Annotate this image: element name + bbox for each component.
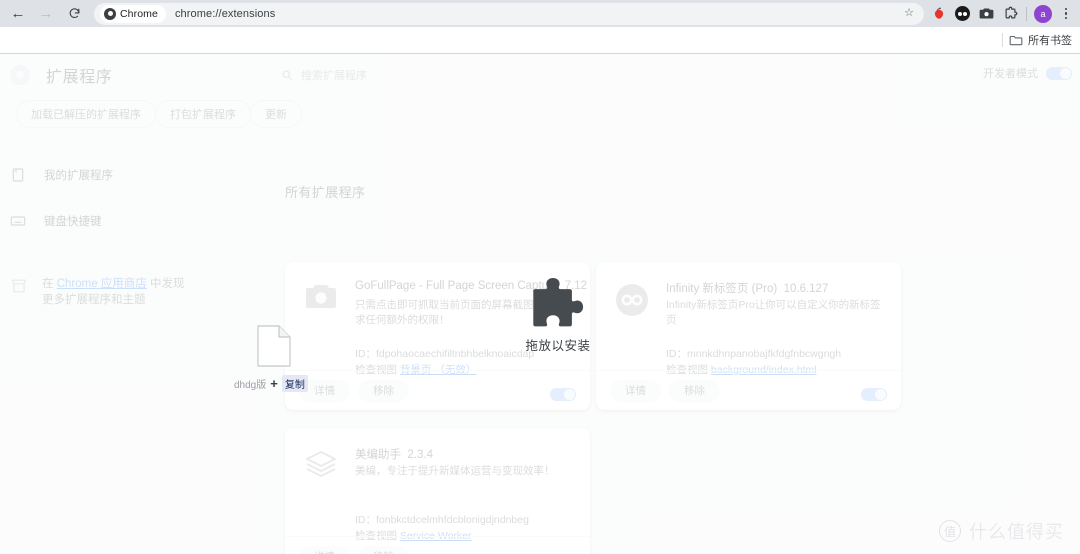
search-field[interactable]: 搜索扩展程序 <box>281 63 801 87</box>
extension-card[interactable]: GoFullPage - Full Page Screen Capture 7.… <box>285 262 590 410</box>
extension-name: GoFullPage - Full Page Screen Capture 7.… <box>355 280 587 292</box>
details-button[interactable]: 详情 <box>610 379 661 402</box>
panda-icon[interactable] <box>954 5 971 22</box>
sidebar: 我的扩展程序 键盘快捷键 在 Chrome 应用商店 中发现 更多扩展程序和主题 <box>0 146 260 546</box>
sidebar-item-my-extensions[interactable]: 我的扩展程序 <box>10 162 113 188</box>
watermark-badge: 值 <box>939 520 961 542</box>
dev-toolbar: 加载已解压的扩展程序 打包扩展程序 更新 <box>0 100 1080 134</box>
browser-toolbar: ← → Chrome chrome://extensions ☆ a <box>0 0 1080 27</box>
kebab-menu-icon[interactable] <box>1059 7 1073 20</box>
extension-version: 2.3.4 <box>407 449 433 461</box>
extension-page-icon <box>12 168 24 182</box>
extension-enabled-toggle[interactable] <box>861 388 887 401</box>
extension-id: ID：mnnkdhnpanobajfkfdgfnbcwgngh <box>666 346 841 361</box>
extension-card-footer: 详情 移除 <box>596 370 901 410</box>
extension-id: ID：fdpohaocaechifiltnbhbelknoaicdap <box>355 346 534 361</box>
store-suffix: 中发现 <box>146 278 185 290</box>
store-line2: 更多扩展程序和主题 <box>42 294 146 306</box>
sidebar-item-keyboard-shortcuts[interactable]: 键盘快捷键 <box>10 208 102 234</box>
extension-description: 只需点击即可抓取当前页面的屏幕截图 无需请求任何额外的权限！ <box>355 299 568 326</box>
extension-card-footer: 详情 移除 <box>285 370 590 410</box>
keyboard-icon <box>10 216 26 226</box>
extension-version: 10.6.127 <box>783 283 829 295</box>
sidebar-item-label: 我的扩展程序 <box>44 170 113 182</box>
camera-icon <box>303 282 339 318</box>
id-prefix: ID： <box>666 348 687 360</box>
search-input[interactable]: 搜索扩展程序 <box>301 67 367 83</box>
update-button[interactable]: 更新 <box>250 100 302 128</box>
bookmarks-divider <box>1002 33 1003 47</box>
developer-mode-label: 开发者模式 <box>983 68 1038 80</box>
developer-mode-control[interactable]: 开发者模式 <box>983 65 1072 81</box>
chrome-chip-label: Chrome <box>120 7 158 20</box>
camera-icon[interactable] <box>978 5 995 22</box>
extension-title-text: GoFullPage - Full Page Screen Capture <box>355 280 559 292</box>
load-unpacked-button[interactable]: 加载已解压的扩展程序 <box>16 100 156 128</box>
extension-description: Infinity新标签页Pro让你可以自定义你的新标签页 <box>666 299 881 326</box>
watermark: 值 什么值得买 <box>939 518 1064 544</box>
extension-id: ID：fonbkctdcelmhfdcblonigdjndnbeg <box>355 512 529 527</box>
search-icon <box>282 70 293 81</box>
id-prefix: ID： <box>355 348 376 360</box>
details-button[interactable]: 详情 <box>299 379 350 402</box>
bookmarks-bar: 所有书签 <box>0 27 1080 53</box>
page-title: 扩展程序 <box>46 69 113 86</box>
extension-enabled-toggle[interactable] <box>550 388 576 401</box>
remove-button[interactable]: 移除 <box>358 379 409 402</box>
watermark-text: 什么值得买 <box>969 522 1064 542</box>
main-content: 所有扩展程序 GoFullPage - Full Page Screen Cap… <box>261 146 1080 554</box>
extension-title-text: 美编助手 <box>355 449 401 461</box>
all-bookmarks-button[interactable]: 所有书签 <box>1009 32 1072 48</box>
extension-card-footer: 详情 移除 <box>285 536 590 554</box>
id-value: fonbkctdcelmhfdcblonigdjndnbeg <box>376 514 529 526</box>
address-bar[interactable]: Chrome chrome://extensions ☆ <box>94 2 924 25</box>
screen: ← → Chrome chrome://extensions ☆ a 所有书签 … <box>0 0 1080 554</box>
toolbar-divider <box>1026 6 1027 21</box>
store-prefix: 在 <box>42 278 57 290</box>
extension-name: Infinity 新标签页 (Pro) 10.6.127 <box>666 280 828 296</box>
chrome-web-store-icon <box>11 279 27 293</box>
tomato-timer-icon[interactable] <box>930 5 947 22</box>
all-extensions-heading: 所有扩展程序 <box>285 185 366 200</box>
extension-title-text: Infinity 新标签页 (Pro) <box>666 283 778 295</box>
id-prefix: ID： <box>355 514 376 526</box>
chrome-web-store-promo[interactable]: 在 Chrome 应用商店 中发现 更多扩展程序和主题 <box>10 276 250 308</box>
extension-version: 7.12 <box>564 280 588 292</box>
extensions-page: 扩展程序 搜索扩展程序 开发者模式 加载已解压的扩展程序 打包扩展程序 更新 我… <box>0 54 1080 554</box>
toolbar-actions: a <box>930 4 1080 23</box>
forward-icon[interactable]: → <box>32 1 60 27</box>
back-icon[interactable]: ← <box>4 1 32 27</box>
all-bookmarks-label: 所有书签 <box>1028 35 1072 47</box>
chrome-origin-chip: Chrome <box>100 4 166 23</box>
developer-mode-toggle[interactable] <box>1046 66 1072 80</box>
details-button[interactable]: 详情 <box>299 545 350 554</box>
pack-extension-button[interactable]: 打包扩展程序 <box>155 100 251 128</box>
chrome-web-store-text: 在 Chrome 应用商店 中发现 更多扩展程序和主题 <box>42 276 242 308</box>
star-icon[interactable]: ☆ <box>904 6 914 19</box>
extension-name: 美编助手 2.3.4 <box>355 446 433 462</box>
id-value: mnnkdhnpanobajfkfdgfnbcwgngh <box>687 348 842 360</box>
reload-icon[interactable] <box>60 1 88 27</box>
chrome-logo-icon <box>104 7 116 20</box>
id-value: fdpohaocaechifiltnbhbelknoaicdap <box>376 348 535 360</box>
extension-card[interactable]: 美编助手 2.3.4 美编，专注于提升新媒体运营与变现效率！ ID：fonbkc… <box>285 428 590 554</box>
sidebar-item-label: 键盘快捷键 <box>44 216 102 228</box>
remove-button[interactable]: 移除 <box>669 379 720 402</box>
layers-icon <box>303 448 339 484</box>
address-bar-url: chrome://extensions <box>174 7 276 20</box>
remove-button[interactable]: 移除 <box>358 545 409 554</box>
extensions-puzzle-icon[interactable] <box>1002 5 1019 22</box>
avatar[interactable]: a <box>1034 4 1052 23</box>
chrome-web-store-link[interactable]: Chrome 应用商店 <box>57 278 147 290</box>
extension-card[interactable]: Infinity 新标签页 (Pro) 10.6.127 Infinity新标签… <box>596 262 901 410</box>
page-header: 扩展程序 搜索扩展程序 开发者模式 <box>0 54 1080 96</box>
extension-description: 美编，专注于提升新媒体运营与变现效率！ <box>355 465 555 477</box>
chrome-extensions-logo-icon <box>10 65 30 85</box>
infinity-icon <box>614 282 650 318</box>
